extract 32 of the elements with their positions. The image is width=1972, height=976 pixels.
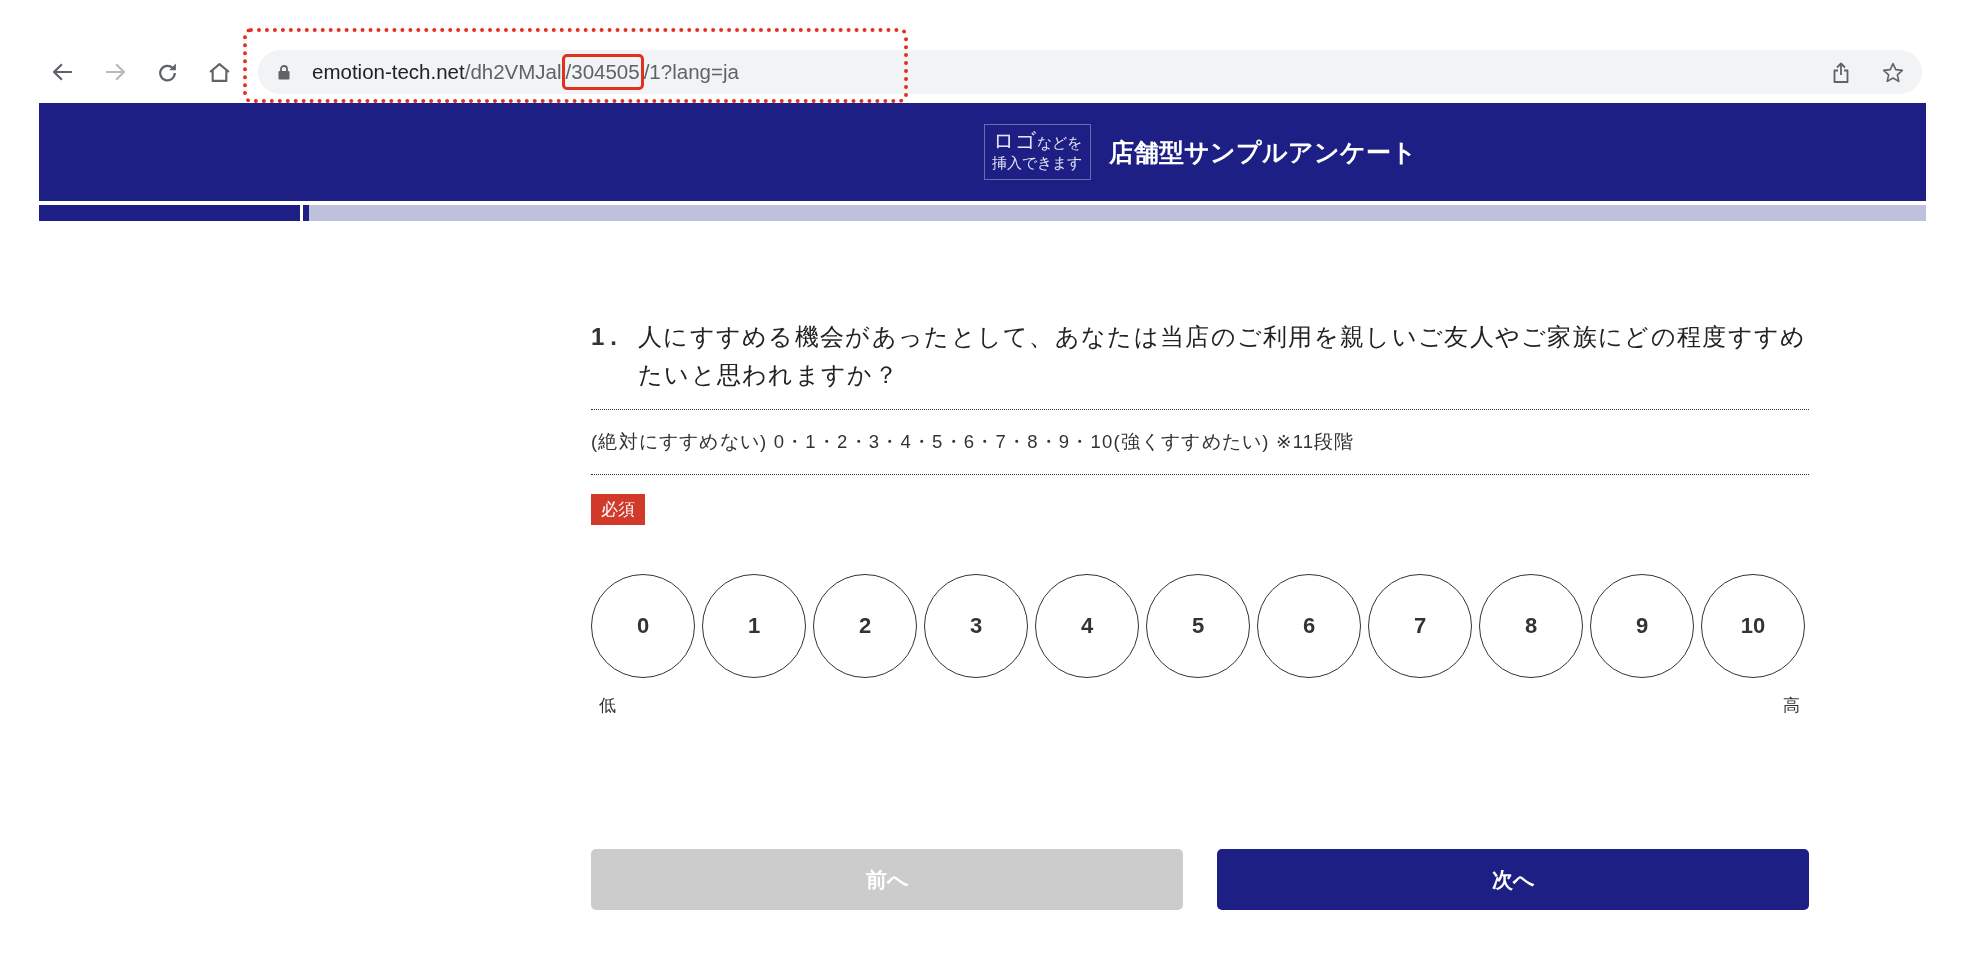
home-icon [208,62,230,82]
highlighted-url-path: /304505 [561,54,644,90]
rating-option[interactable]: 6 [1257,574,1361,678]
url-domain: emotion-tech.net [312,59,465,85]
rating-option[interactable]: 4 [1035,574,1139,678]
question-number: 1. [591,322,624,352]
required-badge: 必須 [591,494,645,525]
share-icon [1833,61,1849,83]
rating-option[interactable]: 0 [591,574,695,678]
rating-option[interactable]: 2 [813,574,917,678]
rating-option[interactable]: 1 [702,574,806,678]
high-label: 高 [1783,696,1800,716]
lock-icon [278,64,290,80]
rating-option[interactable]: 8 [1479,574,1583,678]
rating-option[interactable]: 3 [924,574,1028,678]
star-icon [1882,61,1904,83]
next-button[interactable]: 次へ [1217,849,1809,910]
logo-placeholder-text: ロゴなどを 挿入できます [992,131,1082,173]
rating-option[interactable]: 5 [1146,574,1250,678]
rating-option[interactable]: 10 [1701,574,1805,678]
rating-option[interactable]: 9 [1590,574,1694,678]
rating-option[interactable]: 7 [1368,574,1472,678]
question-text: 人にすすめる機会があったとして、あなたは当店のご利用を親しいご友人やご家族にどの程度すすめたいと思われますか？ [638,322,1808,390]
reload-icon [157,62,177,82]
address-bar[interactable]: emotion-tech.net/dh2VMJal /304505 /1?lang=ja [258,50,1922,94]
survey-title: 店舗型サンプルアンケート [1108,136,1417,168]
arrow-right-icon [105,63,125,81]
low-label: 低 [599,696,616,716]
url-path: /1?lang=ja [643,59,739,85]
url-path: /dh2VMJal [464,59,562,85]
scale-note: (絶対にすすめない) 0・1・2・3・4・5・6・7・8・9・10(強くすすめたい) ※11段階 [591,430,1356,454]
arrow-left-icon [53,63,73,81]
